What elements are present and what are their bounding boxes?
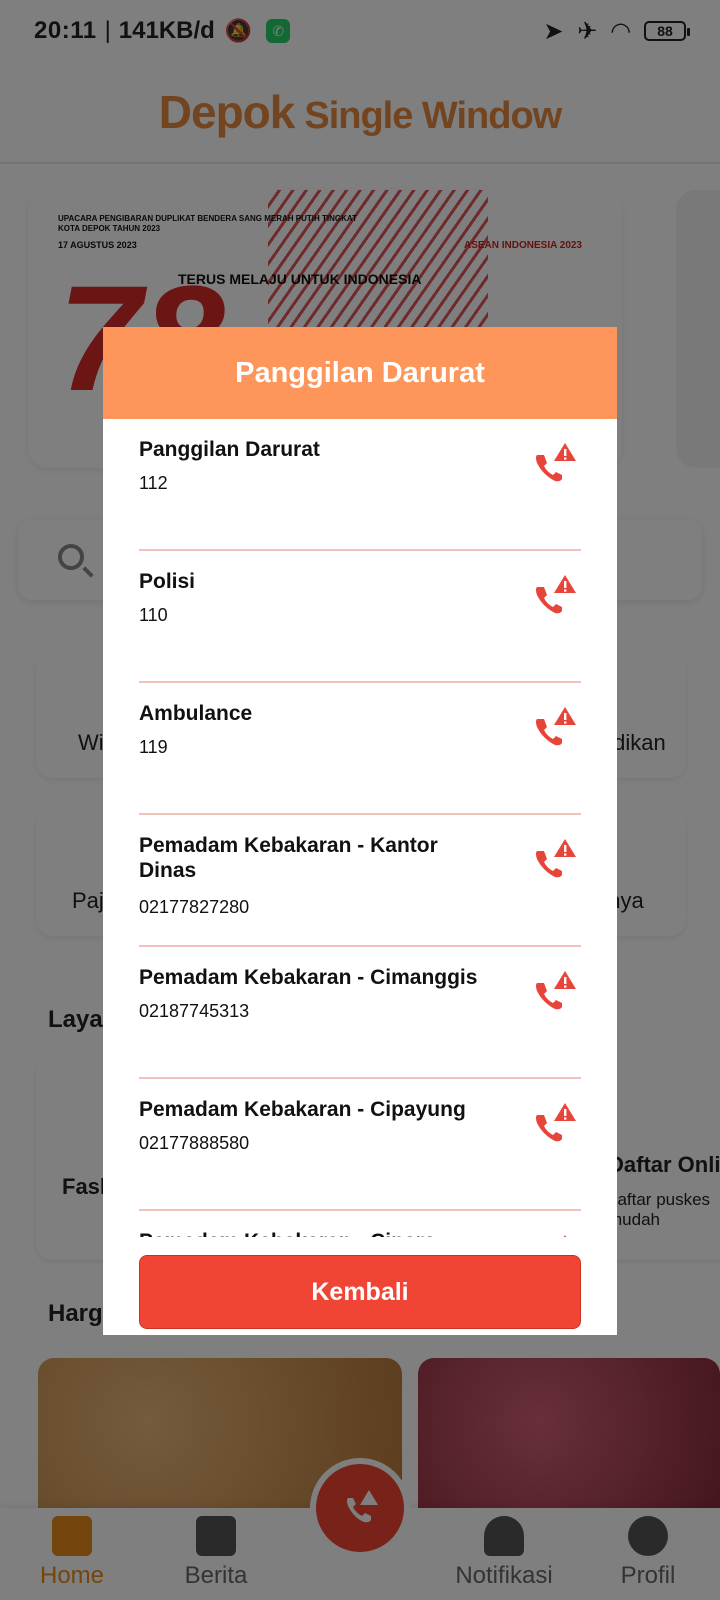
contact-name: Pemadam Kebakaran - Cipayung <box>139 1098 466 1121</box>
contact-row[interactable]: Pemadam Kebakaran - Kantor Dinas 0217782… <box>139 815 581 947</box>
dialog-header: Panggilan Darurat <box>103 327 617 419</box>
contact-row[interactable]: Pemadam Kebakaran - Cinere <box>139 1211 581 1237</box>
contact-name: Pemadam Kebakaran - Cimanggis <box>139 966 478 989</box>
contact-name: Pemadam Kebakaran - Cinere <box>139 1229 499 1237</box>
contact-number: 02177888580 <box>139 1133 250 1153</box>
contact-name: Pemadam Kebakaran - Kantor Dinas <box>139 834 438 882</box>
emergency-call-icon[interactable] <box>533 705 577 749</box>
contact-row[interactable]: Ambulance 119 <box>139 683 581 815</box>
contact-name: Panggilan Darurat <box>139 438 320 461</box>
emergency-contact-list[interactable]: Panggilan Darurat 112 Polisi 110 Ambulan… <box>103 419 617 1237</box>
contact-row[interactable]: Panggilan Darurat 112 <box>139 419 581 551</box>
emergency-call-icon[interactable] <box>533 837 577 881</box>
contact-number: 119 <box>139 737 168 757</box>
contact-row[interactable]: Pemadam Kebakaran - Cimanggis 0218774531… <box>139 947 581 1079</box>
contact-number: 112 <box>139 473 168 493</box>
contact-number: 110 <box>139 605 168 625</box>
emergency-call-icon[interactable] <box>533 441 577 485</box>
emergency-call-icon[interactable] <box>533 969 577 1013</box>
emergency-call-icon[interactable] <box>533 1233 577 1237</box>
contact-row[interactable]: Pemadam Kebakaran - Cipayung 02177888580 <box>139 1079 581 1211</box>
contact-row[interactable]: Polisi 110 <box>139 551 581 683</box>
contact-number: 02177827280 <box>139 897 250 917</box>
contact-number: 02187745313 <box>139 1001 250 1021</box>
back-button[interactable]: Kembali <box>139 1255 581 1329</box>
dialog-title: Panggilan Darurat <box>235 356 485 389</box>
emergency-call-dialog: Panggilan Darurat Panggilan Darurat 112 … <box>103 327 617 1335</box>
contact-name: Ambulance <box>139 702 253 725</box>
emergency-call-icon[interactable] <box>533 1101 577 1145</box>
contact-name: Polisi <box>139 570 196 593</box>
emergency-call-icon[interactable] <box>533 573 577 617</box>
